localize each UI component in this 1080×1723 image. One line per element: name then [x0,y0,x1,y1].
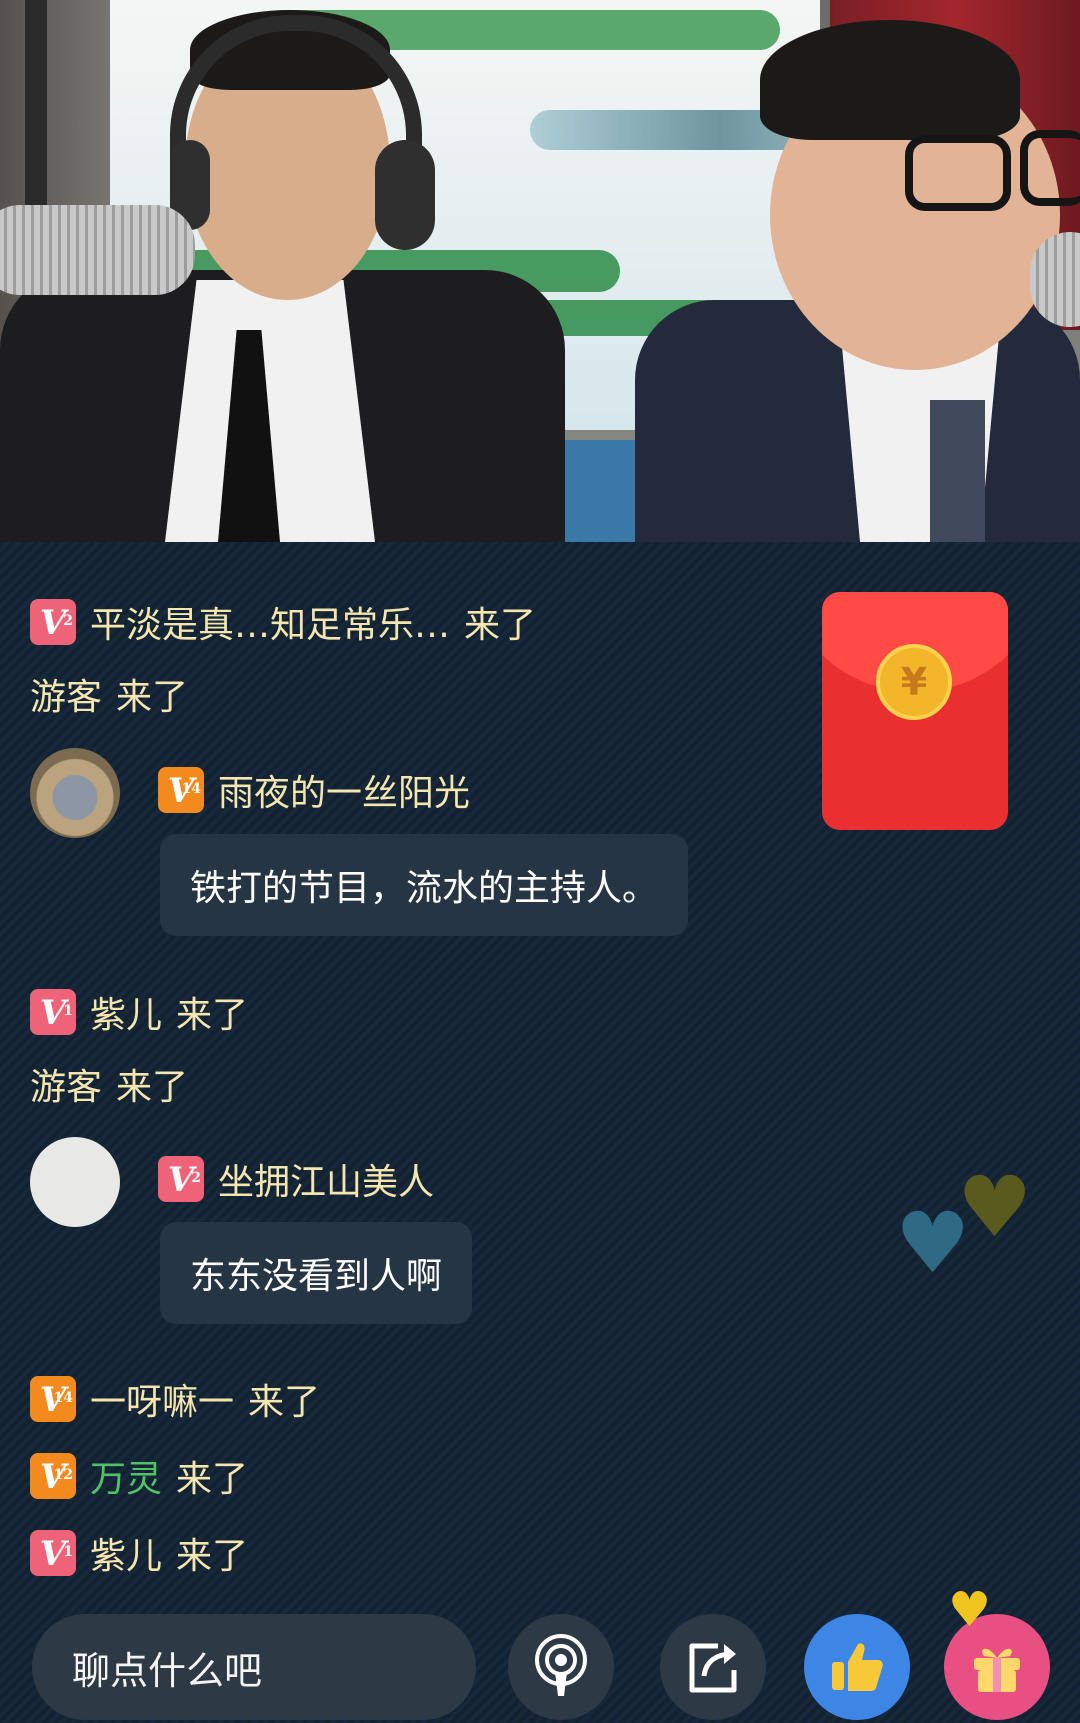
chat-action: 来了 [116,1067,189,1108]
chat-message-header: V2 坐拥江山美人 [158,1153,434,1205]
red-packet-button[interactable]: ¥ [822,592,1008,830]
user-avatar[interactable] [30,748,120,838]
chat-bubble: 铁打的节目，流水的主持人。 [160,834,689,936]
chat-bubble: 东东没看到人啊 [160,1222,473,1324]
chat-username: 游客 [30,1067,103,1108]
level-badge: V1 [30,1530,76,1576]
chat-username[interactable]: 一呀嘛一 [90,1373,234,1425]
chat-action: 来了 [464,605,537,646]
chat-username[interactable]: 紫儿 [90,986,162,1038]
chat-username[interactable]: 坐拥江山美人 [218,1153,434,1205]
chat-username[interactable]: 紫儿 [90,1527,162,1579]
level-badge: V2 [30,599,76,645]
chat-action: 来了 [176,1459,249,1500]
chat-message: V 12 万灵 来了 [30,1450,248,1502]
chat-message: V1 紫儿 来了 [30,1527,248,1579]
chat-message: 游客 来了 [30,668,188,720]
level-badge: V 14 [158,767,204,813]
podcast-icon [535,1634,587,1696]
gift-icon [974,1648,1020,1692]
level-badge: V 12 [30,1453,76,1499]
podcast-button[interactable] [508,1614,614,1720]
chat-username[interactable]: 雨夜的一丝阳光 [218,764,470,816]
chat-username[interactable]: 万灵 [90,1450,162,1502]
like-button[interactable] [804,1614,910,1720]
heart-icon: ♥ [895,1194,971,1292]
level-badge: V2 [158,1156,204,1202]
heart-icon: ♥ [948,1582,992,1638]
chat-message: V1 紫儿 来了 [30,986,248,1038]
chat-action: 来了 [176,1536,249,1577]
chat-username: 游客 [30,677,103,718]
chat-message: 游客 来了 [30,1058,188,1110]
chat-message-header: V 14 雨夜的一丝阳光 [158,764,470,816]
yuan-coin-icon: ¥ [876,644,952,720]
level-badge: V1 [30,989,76,1035]
thumbs-up-icon [832,1643,883,1691]
microphone [0,205,195,295]
live-video[interactable] [0,0,1080,542]
floating-hearts: ♥ ♥ [895,1165,1045,1285]
share-button[interactable] [660,1614,766,1720]
chat-input[interactable]: 聊点什么吧 [32,1614,476,1720]
level-badge: V 14 [30,1376,76,1422]
chat-username[interactable]: 平淡是真…知足常乐… [90,596,450,648]
chat-action: 来了 [248,1382,321,1423]
chat-message: V2 平淡是真…知足常乐… 来了 [30,596,536,648]
share-icon [689,1643,737,1693]
chat-action: 来了 [176,995,249,1036]
user-avatar[interactable] [30,1137,120,1227]
chat-message: V 14 一呀嘛一 来了 [30,1373,320,1425]
chat-action: 来了 [116,677,189,718]
